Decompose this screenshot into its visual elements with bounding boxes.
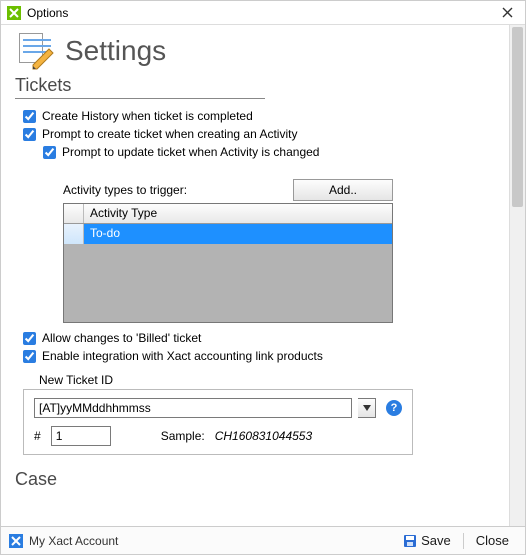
save-button[interactable]: Save bbox=[395, 533, 459, 548]
sample-value: CH160831044553 bbox=[215, 429, 312, 443]
new-ticket-id-caption: New Ticket ID bbox=[39, 373, 495, 387]
settings-icon bbox=[15, 31, 55, 71]
chk-prompt-update-box[interactable] bbox=[43, 146, 56, 159]
activity-grid-cell: To-do bbox=[84, 224, 392, 244]
hash-label: # bbox=[34, 429, 41, 443]
chk-xact-integration[interactable]: Enable integration with Xact accounting … bbox=[23, 349, 495, 363]
close-footer-label: Close bbox=[476, 533, 509, 548]
bottom-bar: My Xact Account Save Close bbox=[1, 526, 525, 554]
chk-allow-billed[interactable]: Allow changes to 'Billed' ticket bbox=[23, 331, 495, 345]
ticket-id-format-dropdown[interactable] bbox=[358, 398, 376, 418]
chk-create-history-label: Create History when ticket is completed bbox=[42, 109, 253, 123]
xact-logo-icon bbox=[9, 534, 23, 548]
page-header: Settings bbox=[15, 31, 495, 71]
new-ticket-id-group: New Ticket ID ? # Sample: CH160831044553 bbox=[23, 373, 495, 455]
chk-prompt-create-label: Prompt to create ticket when creating an… bbox=[42, 127, 297, 141]
activity-caption: Activity types to trigger: bbox=[63, 183, 187, 197]
close-button[interactable] bbox=[495, 3, 519, 23]
chk-allow-billed-box[interactable] bbox=[23, 332, 36, 345]
chk-xact-integration-box[interactable] bbox=[23, 350, 36, 363]
section-tickets-heading: Tickets bbox=[15, 75, 265, 99]
content-pane: Settings Tickets Create History when tic… bbox=[1, 25, 509, 526]
activity-grid-row[interactable]: To-do bbox=[64, 224, 392, 244]
activity-grid-header: Activity Type bbox=[64, 204, 392, 224]
close-footer-button[interactable]: Close bbox=[468, 533, 517, 548]
chk-prompt-update-label: Prompt to update ticket when Activity is… bbox=[62, 145, 319, 159]
ticket-id-counter-input[interactable] bbox=[51, 426, 111, 446]
save-icon bbox=[403, 534, 417, 548]
chk-prompt-update[interactable]: Prompt to update ticket when Activity is… bbox=[43, 145, 495, 159]
chk-create-history-box[interactable] bbox=[23, 110, 36, 123]
scrollbar-thumb[interactable] bbox=[512, 27, 523, 207]
save-button-label: Save bbox=[421, 533, 451, 548]
chk-allow-billed-label: Allow changes to 'Billed' ticket bbox=[42, 331, 201, 345]
activity-types-group: Activity types to trigger: Add.. Activit… bbox=[63, 179, 393, 323]
chk-xact-integration-label: Enable integration with Xact accounting … bbox=[42, 349, 323, 363]
scrollbar[interactable] bbox=[509, 25, 525, 526]
separator bbox=[463, 533, 464, 549]
account-link[interactable]: My Xact Account bbox=[29, 534, 118, 548]
chk-prompt-create[interactable]: Prompt to create ticket when creating an… bbox=[23, 127, 495, 141]
section-case-heading: Case bbox=[15, 469, 495, 490]
app-icon bbox=[7, 6, 21, 20]
titlebar: Options bbox=[1, 1, 525, 25]
window-title: Options bbox=[27, 6, 68, 20]
ticket-id-format-input[interactable] bbox=[34, 398, 352, 418]
chk-create-history[interactable]: Create History when ticket is completed bbox=[23, 109, 495, 123]
activity-grid-col-type[interactable]: Activity Type bbox=[84, 204, 392, 223]
page-title: Settings bbox=[65, 35, 166, 67]
chevron-down-icon bbox=[363, 405, 371, 411]
activity-grid[interactable]: Activity Type To-do bbox=[63, 203, 393, 323]
help-icon[interactable]: ? bbox=[386, 400, 402, 416]
chk-prompt-create-box[interactable] bbox=[23, 128, 36, 141]
add-button[interactable]: Add.. bbox=[293, 179, 393, 201]
sample-label: Sample: bbox=[161, 429, 205, 443]
